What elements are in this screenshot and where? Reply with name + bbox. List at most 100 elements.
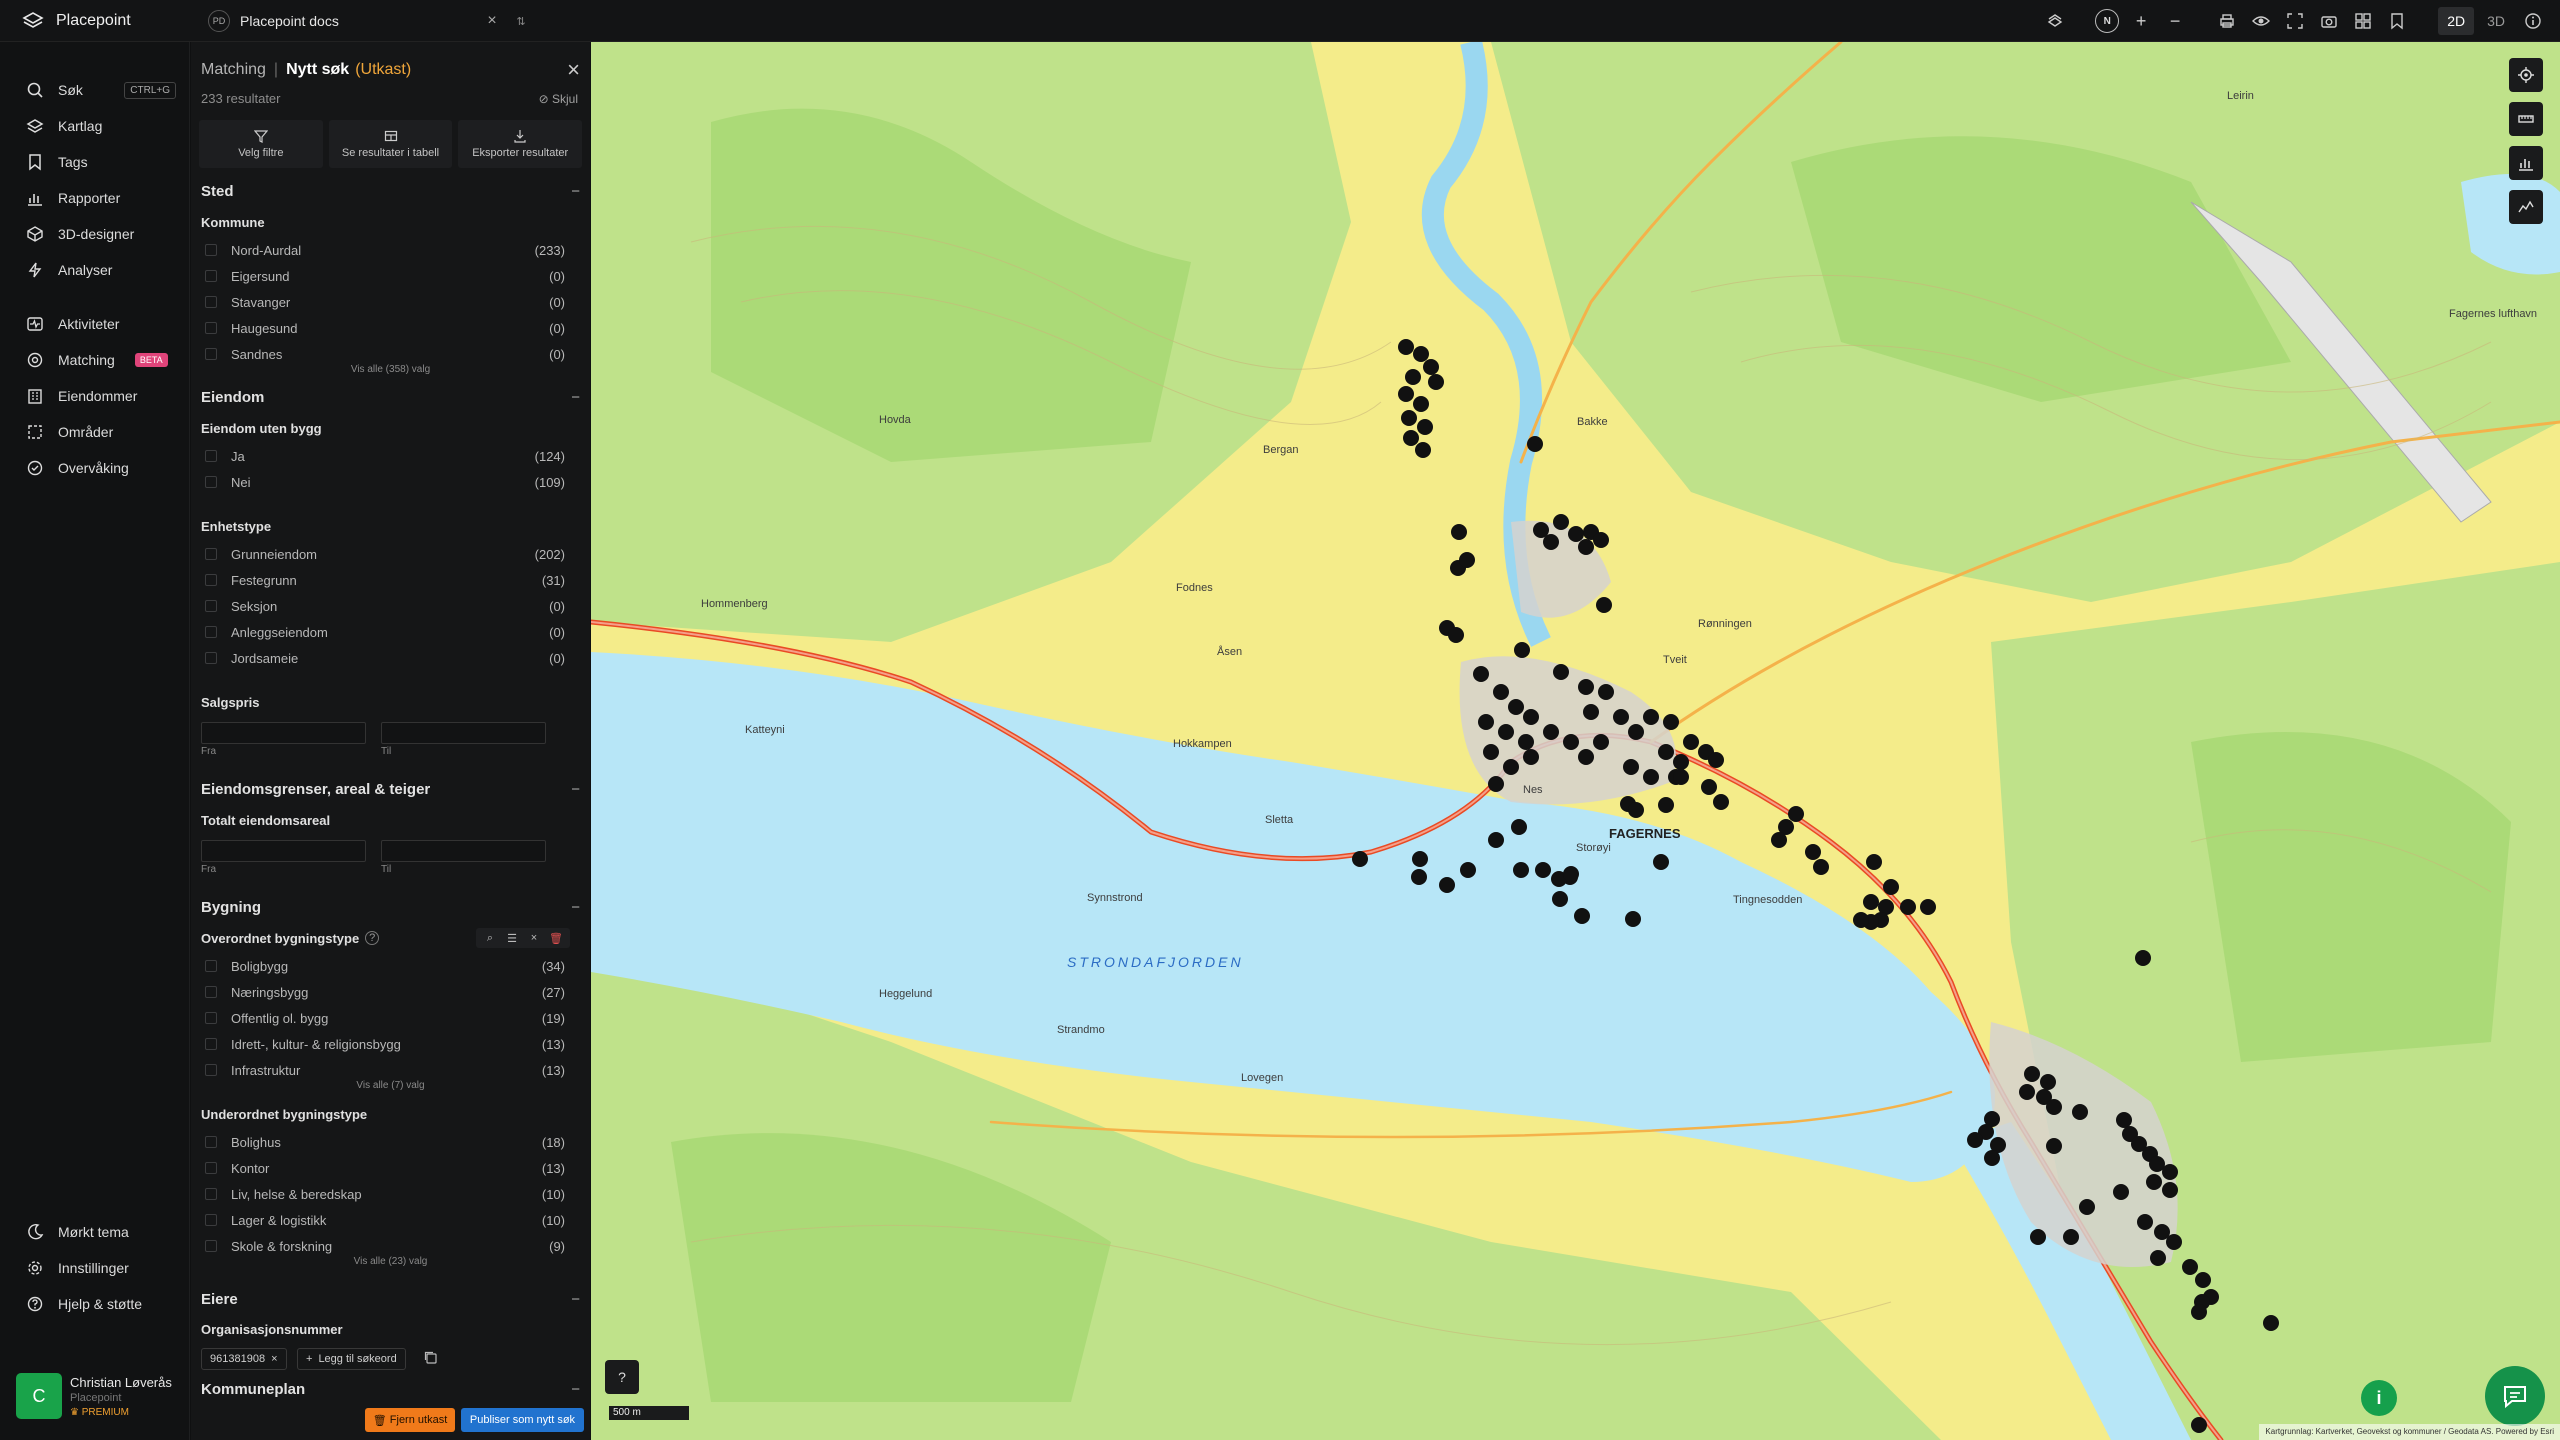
show-all-link[interactable]: Vis alle (7) valg bbox=[191, 1080, 590, 1091]
section-sted[interactable]: Sted − bbox=[201, 178, 580, 204]
areal-from-input[interactable] bbox=[201, 840, 366, 862]
nav-item-rapporter[interactable]: Rapporter bbox=[0, 180, 190, 216]
section-eiendom[interactable]: Eiendom − bbox=[201, 384, 580, 410]
table-view-button[interactable]: Se resultater i tabell bbox=[328, 120, 453, 168]
checkbox[interactable] bbox=[205, 270, 217, 282]
salgspris-from-input[interactable] bbox=[201, 722, 366, 744]
document-tab[interactable]: PD Placepoint docs × ⇅ bbox=[200, 0, 530, 42]
switch-doc-icon[interactable]: ⇅ bbox=[512, 15, 530, 28]
checkbox[interactable] bbox=[205, 574, 217, 586]
option-enhetstype[interactable]: Jordsameie (0) bbox=[205, 646, 565, 670]
option-kommune[interactable]: Eigersund (0) bbox=[205, 264, 565, 288]
option-enhetstype[interactable]: Seksjon (0) bbox=[205, 594, 565, 618]
camera-icon[interactable] bbox=[2314, 6, 2344, 36]
layers-toggle-icon[interactable] bbox=[2040, 6, 2070, 36]
user-profile[interactable]: C Christian Løverås Placepoint ♛ PREMIUM bbox=[16, 1370, 186, 1422]
eye-icon[interactable] bbox=[2246, 6, 2276, 36]
search-icon[interactable]: ⌕ bbox=[480, 930, 500, 946]
nav-item-tags[interactable]: Tags bbox=[0, 144, 190, 180]
collapse-icon[interactable]: − bbox=[571, 781, 580, 798]
checkbox[interactable] bbox=[205, 348, 217, 360]
close-panel-icon[interactable]: × bbox=[567, 57, 580, 83]
checkbox[interactable] bbox=[205, 1240, 217, 1252]
map-help-button[interactable]: ? bbox=[605, 1360, 639, 1394]
option-underordnet[interactable]: Lager & logistikk (10) bbox=[205, 1208, 565, 1232]
nav-item-eiendommer[interactable]: Eiendommer bbox=[0, 378, 190, 414]
app-brand[interactable]: Placepoint bbox=[22, 0, 192, 42]
compass-button[interactable]: N bbox=[2092, 6, 2122, 36]
nav-item-sok[interactable]: Søk CTRL+G bbox=[0, 72, 190, 108]
chart-tool-button[interactable] bbox=[2509, 146, 2543, 180]
org-number-chip[interactable]: 961381908 × bbox=[201, 1348, 287, 1370]
option-uten-bygg[interactable]: Ja (124) bbox=[205, 444, 565, 468]
publish-search-button[interactable]: Publiser som nytt søk bbox=[461, 1408, 584, 1432]
option-kommune[interactable]: Stavanger (0) bbox=[205, 290, 565, 314]
remove-chip-icon[interactable]: × bbox=[271, 1353, 277, 1365]
section-kommuneplan[interactable]: Kommuneplan − bbox=[201, 1376, 580, 1402]
collapse-icon[interactable]: − bbox=[571, 183, 580, 200]
checkbox[interactable] bbox=[205, 1214, 217, 1226]
checkbox[interactable] bbox=[205, 960, 217, 972]
checkbox[interactable] bbox=[205, 1038, 217, 1050]
checkbox[interactable] bbox=[205, 986, 217, 998]
checkbox[interactable] bbox=[205, 244, 217, 256]
checkbox[interactable] bbox=[205, 1136, 217, 1148]
chat-button[interactable] bbox=[2485, 1366, 2545, 1426]
show-all-link[interactable]: Vis alle (358) valg bbox=[191, 364, 590, 375]
choose-filters-button[interactable]: Velg filtre bbox=[199, 120, 323, 168]
nav-item-analyser[interactable]: Analyser bbox=[0, 252, 190, 288]
option-overordnet[interactable]: Idrett-, kultur- & religionsbygg (13) bbox=[205, 1032, 565, 1056]
clear-icon[interactable]: × bbox=[524, 930, 544, 946]
zoom-out-icon[interactable]: − bbox=[2160, 6, 2190, 36]
checkbox[interactable] bbox=[205, 450, 217, 462]
salgspris-to-input[interactable] bbox=[381, 722, 546, 744]
option-underordnet[interactable]: Liv, helse & beredskap (10) bbox=[205, 1182, 565, 1206]
mode-3d-button[interactable]: 3D bbox=[2478, 7, 2514, 35]
ruler-tool-button[interactable] bbox=[2509, 102, 2543, 136]
section-eiere[interactable]: Eiere − bbox=[201, 1286, 580, 1312]
show-all-link[interactable]: Vis alle (23) valg bbox=[191, 1256, 590, 1267]
list-icon[interactable]: ☰ bbox=[502, 930, 522, 946]
checkbox[interactable] bbox=[205, 1012, 217, 1024]
section-bygning[interactable]: Bygning − bbox=[201, 894, 580, 920]
nav-item-help[interactable]: Hjelp & støtte bbox=[0, 1286, 190, 1322]
collapse-icon[interactable]: − bbox=[571, 389, 580, 406]
collapse-icon[interactable]: − bbox=[571, 1381, 580, 1398]
option-overordnet[interactable]: Næringsbygg (27) bbox=[205, 980, 565, 1004]
checkbox[interactable] bbox=[205, 548, 217, 560]
profile-tool-button[interactable] bbox=[2509, 190, 2543, 224]
option-enhetstype[interactable]: Festegrunn (31) bbox=[205, 568, 565, 592]
checkbox[interactable] bbox=[205, 1188, 217, 1200]
option-enhetstype[interactable]: Grunneiendom (202) bbox=[205, 542, 565, 566]
option-overordnet[interactable]: Infrastruktur (13) bbox=[205, 1058, 565, 1082]
trash-icon[interactable]: 🗑 bbox=[546, 930, 566, 946]
option-underordnet[interactable]: Bolighus (18) bbox=[205, 1130, 565, 1154]
option-kommune[interactable]: Haugesund (0) bbox=[205, 316, 565, 340]
option-underordnet[interactable]: Skole & forskning (9) bbox=[205, 1234, 565, 1258]
question-icon[interactable]: ? bbox=[365, 931, 380, 945]
close-tab-icon[interactable]: × bbox=[482, 12, 502, 30]
add-keyword-button[interactable]: + Legg til søkeord bbox=[297, 1348, 406, 1370]
zoom-in-icon[interactable]: + bbox=[2126, 6, 2156, 36]
mode-2d-button[interactable]: 2D bbox=[2438, 7, 2475, 35]
breadcrumb[interactable]: Matching bbox=[201, 61, 266, 79]
nav-item-kartlag[interactable]: Kartlag bbox=[0, 108, 190, 144]
option-kommune[interactable]: Sandnes (0) bbox=[205, 342, 565, 366]
grid-icon[interactable] bbox=[2348, 6, 2378, 36]
option-kommune[interactable]: Nord-Aurdal (233) bbox=[205, 238, 565, 262]
collapse-icon[interactable]: − bbox=[571, 1291, 580, 1308]
option-overordnet[interactable]: Boligbygg (34) bbox=[205, 954, 565, 978]
nav-item-matching[interactable]: Matching BETA bbox=[0, 342, 190, 378]
checkbox[interactable] bbox=[205, 600, 217, 612]
option-overordnet[interactable]: Offentlig ol. bygg (19) bbox=[205, 1006, 565, 1030]
checkbox[interactable] bbox=[205, 1162, 217, 1174]
nav-item-dark-theme[interactable]: Mørkt tema bbox=[0, 1214, 190, 1250]
nav-item-3d-designer[interactable]: 3D-designer bbox=[0, 216, 190, 252]
remove-draft-button[interactable]: 🗑 Fjern utkast bbox=[365, 1408, 455, 1432]
bookmark-icon[interactable] bbox=[2382, 6, 2412, 36]
areal-to-input[interactable] bbox=[381, 840, 546, 862]
checkbox[interactable] bbox=[205, 1064, 217, 1076]
nav-item-overvaking[interactable]: Overvåking bbox=[0, 450, 190, 486]
checkbox[interactable] bbox=[205, 652, 217, 664]
checkbox[interactable] bbox=[205, 322, 217, 334]
